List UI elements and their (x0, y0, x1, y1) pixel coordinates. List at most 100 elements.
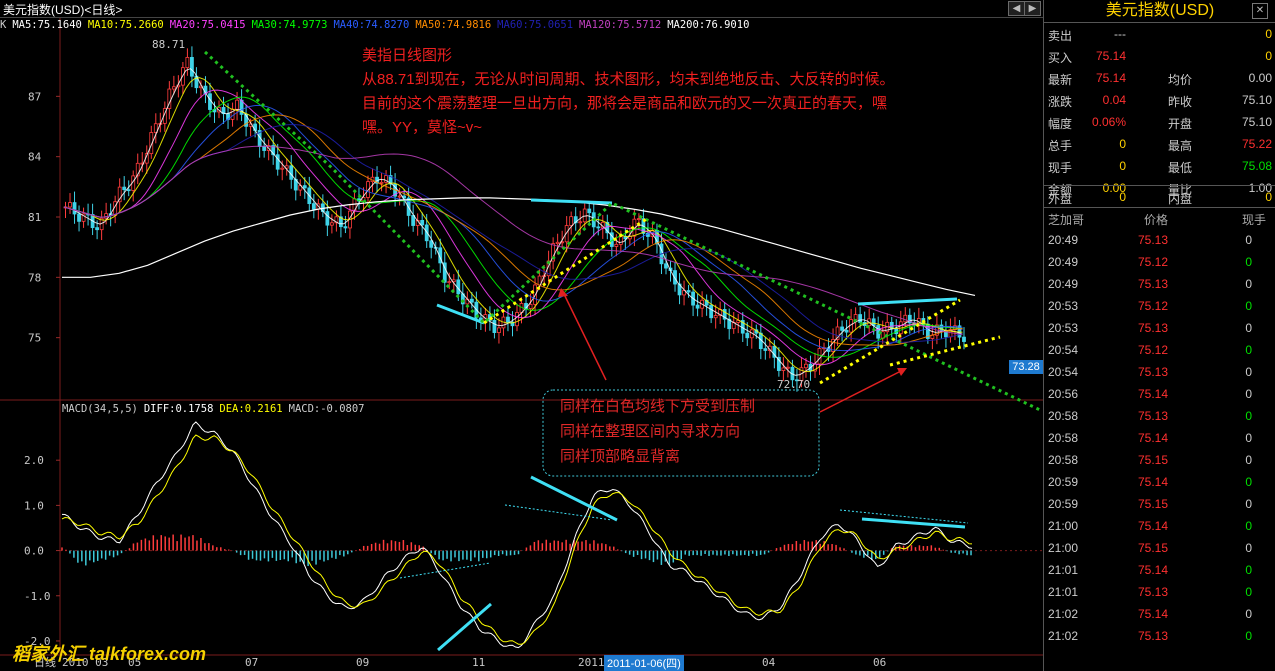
ma-legend-item: MA5:75.1640 (12, 19, 82, 31)
candle-body (637, 218, 641, 221)
tick-time: 20:49 (1048, 233, 1079, 247)
candle-body (840, 326, 844, 331)
tick-volume: 0 (1245, 365, 1252, 379)
candle-body (397, 195, 402, 198)
tick-volume: 0 (1245, 585, 1252, 599)
tick-volume: 0 (1245, 387, 1252, 401)
tick-price: 75.13 (1138, 365, 1169, 379)
y-tick-label: 84 (28, 151, 42, 164)
tick-volume: 0 (1245, 299, 1252, 313)
candle-body (343, 226, 348, 229)
quote-value: 0 (1119, 137, 1126, 151)
tick-time: 21:00 (1048, 519, 1079, 533)
ma-legend-item: MA200:76.9010 (667, 19, 750, 31)
tick-price: 75.14 (1138, 563, 1169, 577)
x-tick-label: 04 (762, 656, 776, 669)
candle-body (171, 86, 176, 90)
y-tick-label: 81 (28, 211, 41, 224)
tick-volume: 0 (1245, 255, 1252, 269)
candle-body (587, 208, 592, 214)
annotation-line: 美指日线图形 (362, 47, 453, 64)
quote-row: 卖出 --- 0 (1044, 24, 1275, 44)
tick-time: 20:54 (1048, 365, 1079, 379)
candle-body (578, 221, 583, 224)
quote-label: 昨收 (1168, 95, 1193, 109)
tick-price: 75.13 (1138, 629, 1169, 643)
ma-legend-item: MA10:75.2660 (87, 19, 164, 31)
tick-row: 21:02 75.13 0 (1044, 625, 1275, 647)
tick-volume: 0 (1245, 431, 1252, 445)
candle-body (596, 226, 601, 229)
tick-volume: 0 (1245, 409, 1252, 423)
candle-body (709, 304, 714, 319)
annotation-box-line: 同样在白色均线下方受到压制 (560, 398, 756, 415)
tick-row: 20:49 75.13 0 (1044, 229, 1275, 251)
tick-header: 芝加哥 (1048, 213, 1085, 227)
ma-legend-item: MA120:75.5712 (579, 19, 662, 31)
quote-label: 现手 (1048, 161, 1073, 175)
candle-body (311, 203, 316, 210)
tick-price: 75.13 (1138, 277, 1169, 291)
tick-header: 价格 (1144, 213, 1169, 227)
tick-time: 21:01 (1048, 563, 1079, 577)
tick-row: 20:59 75.14 0 (1044, 471, 1275, 493)
tick-row: 21:00 75.14 0 (1044, 515, 1275, 537)
quote-panel: 美元指数(USD) ✕ 卖出 --- 0 买入 75.14 0 最新 75.14 均价 0.00 涨… (1043, 0, 1275, 671)
next-arrow-icon[interactable]: ▶ (1024, 1, 1041, 16)
candle-body (763, 348, 768, 351)
tick-volume: 0 (1245, 629, 1252, 643)
quote-value: 0 (1265, 49, 1272, 63)
candle-body (68, 202, 72, 208)
candle-body (95, 227, 100, 231)
quote-label: 最低 (1168, 161, 1193, 175)
candle-body (569, 216, 574, 226)
quote-value: 0.04 (1102, 93, 1126, 107)
prev-arrow-icon[interactable]: ◀ (1008, 1, 1025, 16)
quote-row: 现手 0 最低 75.08 (1044, 156, 1275, 176)
tick-volume: 0 (1245, 343, 1252, 357)
candle-body (582, 208, 587, 223)
tick-price: 75.14 (1138, 475, 1169, 489)
tick-price: 75.13 (1138, 585, 1169, 599)
ma-legend-item: MA20:75.0415 (169, 19, 246, 31)
tick-price: 75.13 (1138, 321, 1169, 335)
candle-body (420, 220, 425, 226)
tick-volume: 0 (1245, 607, 1252, 621)
quote-value: 75.08 (1241, 159, 1272, 173)
candle-body (781, 367, 786, 371)
candle-body (469, 298, 474, 303)
candle-body (411, 215, 416, 226)
macd-legend-item: DIFF:0.1758 (143, 403, 214, 415)
tick-row: 20:49 75.13 0 (1044, 273, 1275, 295)
window-title: 美元指数(USD)<日线> (3, 3, 123, 17)
tick-price: 75.14 (1138, 519, 1169, 533)
tick-price: 75.13 (1138, 233, 1169, 247)
annotation-box-text: 同样在白色均线下方受到压制 同样在整理区间内寻求方向 同样顶部略显背离 (560, 394, 755, 469)
tick-time: 21:02 (1048, 629, 1079, 643)
quote-label: 幅度 (1048, 117, 1073, 131)
candle-body (122, 186, 127, 191)
annotation-box-line: 同样顶部略显背离 (560, 448, 681, 465)
tick-volume: 0 (1245, 321, 1252, 335)
tick-volume: 0 (1245, 453, 1252, 467)
tick-time: 21:00 (1048, 541, 1079, 555)
tick-time: 20:49 (1048, 255, 1079, 269)
annotation-text: 美指日线图形 从88.71到现在，无论从时间周期、技术图形，均未到绝地反击、大反转… (362, 44, 1032, 140)
candle-body (379, 181, 384, 184)
tick-time: 20:53 (1048, 299, 1079, 313)
tick-volume: 0 (1245, 497, 1252, 511)
candle-body (903, 314, 908, 323)
close-icon[interactable]: ✕ (1252, 3, 1268, 19)
candle-body (614, 243, 619, 247)
tick-time: 21:01 (1048, 585, 1079, 599)
candle-body (506, 316, 510, 323)
candle-body (325, 211, 330, 226)
outer-label: 外盘 (1048, 192, 1073, 206)
quote-value: 75.14 (1095, 49, 1126, 63)
ma-legend-item: MA40:74.8270 (333, 19, 410, 31)
ma-legend: K MA5:75.1640 MA10:75.2660 MA20:75.0415 MA30… (0, 19, 755, 34)
cursor-date-tag: 2011-01-06(四) (604, 655, 684, 671)
chart-title-bar: 美元指数(USD)<日线> ◀ ▶ (0, 0, 1043, 18)
macd-y-tick-label: 1.0 (24, 499, 44, 512)
ma-legend-item: MA50:74.9816 (415, 19, 492, 31)
